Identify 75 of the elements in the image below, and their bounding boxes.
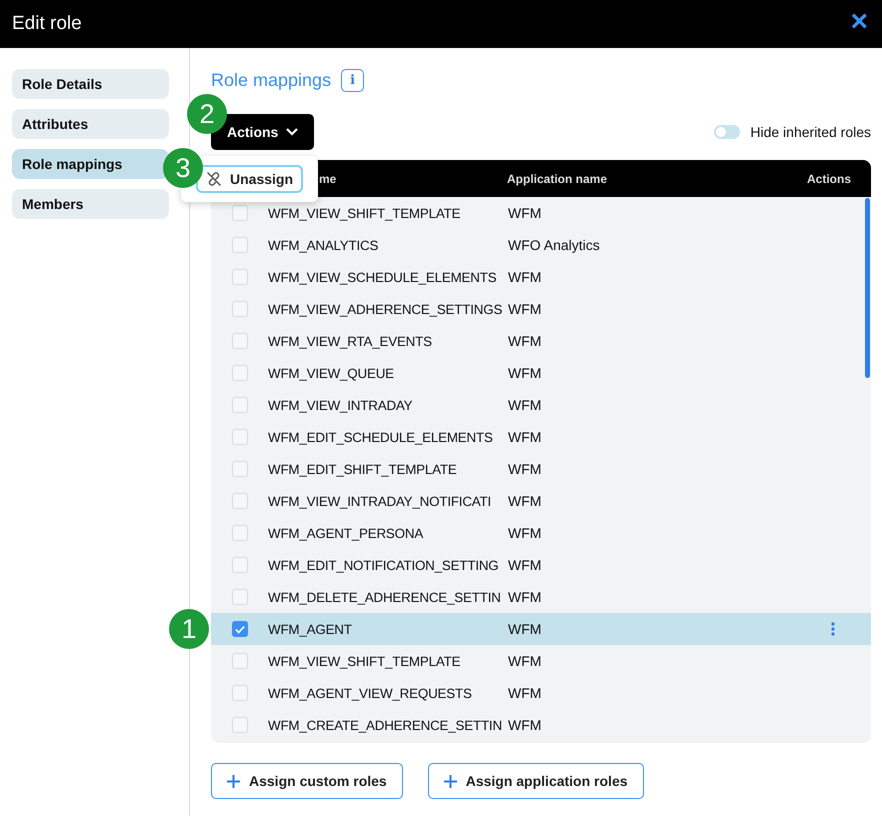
table-cell-text: WFM <box>508 685 542 701</box>
table-cell-text: WFM <box>508 205 542 221</box>
assign-button[interactable]: Assign custom roles <box>211 763 403 799</box>
step-marker: 3 <box>163 148 203 188</box>
step-marker: 1 <box>169 609 209 649</box>
table-row[interactable]: WFM_VIEW_SHIFT_TEMPLATE WFM <box>211 197 871 229</box>
table-cell-text: WFM_VIEW_ADHERENCE_SETTINGS <box>268 302 504 316</box>
table-cell-text: WFM_VIEW_SHIFT_TEMPLATE <box>268 206 462 220</box>
table-cell-text: WFM <box>508 269 542 285</box>
table-row[interactable]: WFM_VIEW_INTRADAY WFM <box>211 389 871 421</box>
sidebar-item[interactable]: Members <box>12 189 169 219</box>
table-cell-text: WFM_DELETE_ADHERENCE_SETTIN <box>268 590 502 604</box>
table-cell-text: WFM <box>508 333 542 349</box>
table-cell-text: WFM_VIEW_SHIFT_TEMPLATE <box>268 654 462 668</box>
table-row[interactable]: WFM_VIEW_INTRADAY_NOTIFICATI WFM <box>211 485 871 517</box>
table-cell-text: WFM <box>508 493 542 509</box>
plus-icon <box>444 774 457 788</box>
sidebar-item[interactable]: Role Details <box>12 69 169 99</box>
table-row[interactable]: WFM_ANALYTICS WFO Analytics <box>211 229 871 261</box>
table-cell-text: WFM_EDIT_SHIFT_TEMPLATE <box>268 462 458 476</box>
table-row[interactable]: WFM_EDIT_SCHEDULE_ELEMENTS WFM <box>211 421 871 453</box>
table-cell-text: WFM <box>508 301 542 317</box>
table-cell-text: WFM_VIEW_SCHEDULE_ELEMENTS <box>268 270 498 284</box>
table-cell-text: WFM <box>508 525 542 541</box>
broken-link-icon <box>206 171 222 187</box>
plus-icon <box>227 774 240 788</box>
table-row[interactable]: WFM_AGENT_VIEW_REQUESTS WFM <box>211 677 871 709</box>
chevron-down-icon <box>286 128 298 136</box>
checkbox[interactable] <box>232 621 248 637</box>
table-cell-text: WFM <box>508 653 542 669</box>
table-row[interactable]: WFM_AGENT_PERSONA WFM <box>211 517 871 549</box>
sidebar-item[interactable]: Role mappings <box>12 149 169 179</box>
table-cell-text: WFM_AGENT_PERSONA <box>268 526 424 540</box>
table-cell-text: WFM_ANALYTICS <box>268 238 380 252</box>
table-row[interactable]: WFM_VIEW_ADHERENCE_SETTINGS WFM <box>211 293 871 325</box>
table-row[interactable]: WFM_CREATE_ADHERENCE_SETTIN WFM <box>211 709 871 741</box>
table-cell-text: WFM <box>508 621 542 637</box>
table-cell-text: WFM_AGENT <box>268 622 353 636</box>
table-cell-text: WFM <box>508 461 542 477</box>
table-cell-text: WFM <box>508 365 542 381</box>
table-row[interactable]: WFM_VIEW_RTA_EVENTS WFM <box>211 325 871 357</box>
unassign-menu-item[interactable]: Unassign <box>196 165 304 193</box>
table-cell-text: WFM_AGENT_VIEW_REQUESTS <box>268 686 473 700</box>
assign-button[interactable]: Assign application roles <box>428 763 644 799</box>
table-row[interactable]: WFM_VIEW_QUEUE WFM <box>211 357 871 389</box>
table-row[interactable]: WFM_VIEW_SCHEDULE_ELEMENTS WFM <box>211 261 871 293</box>
toggle-label: Hide inherited roles <box>750 124 871 140</box>
section-title: Role mappings <box>211 70 332 90</box>
column-header: me <box>319 172 336 186</box>
table-row[interactable]: WFM_EDIT_NOTIFICATION_SETTING WFM <box>211 549 871 581</box>
table-row[interactable]: WFM_EDIT_SHIFT_TEMPLATE WFM <box>211 453 871 485</box>
table-cell-text: WFM <box>508 397 542 413</box>
toggle-switch[interactable] <box>714 125 740 139</box>
close-button[interactable]: × <box>848 7 870 41</box>
scrollbar[interactable] <box>865 198 870 378</box>
table-cell-text: WFM_VIEW_INTRADAY <box>268 398 414 412</box>
sidebar-item[interactable]: Attributes <box>12 109 169 139</box>
checkmark-icon <box>235 624 245 634</box>
table-cell-text: WFM <box>508 429 542 445</box>
table-cell-text: WFM_VIEW_QUEUE <box>268 366 395 380</box>
table-cell-text: WFM <box>508 557 542 573</box>
more-icon[interactable] <box>831 622 835 636</box>
table-cell-text: WFM_VIEW_INTRADAY_NOTIFICATI <box>268 494 492 508</box>
table-cell-text: WFM <box>508 589 542 605</box>
column-header: Application name <box>507 172 608 186</box>
info-button[interactable]: i <box>341 68 364 92</box>
column-header: Actions <box>806 172 852 186</box>
table-cell-text: WFM_VIEW_RTA_EVENTS <box>268 334 433 348</box>
table-cell-text: WFM_EDIT_SCHEDULE_ELEMENTS <box>268 430 494 444</box>
window-title: Edit role <box>12 13 82 35</box>
table-cell-text: WFO Analytics <box>508 237 601 253</box>
step-marker: 2 <box>187 94 227 134</box>
table-cell-text: WFM <box>508 717 542 733</box>
table-cell-text: WFM_EDIT_NOTIFICATION_SETTING <box>268 558 500 572</box>
table-cell-text: WFM_CREATE_ADHERENCE_SETTIN <box>268 718 503 732</box>
